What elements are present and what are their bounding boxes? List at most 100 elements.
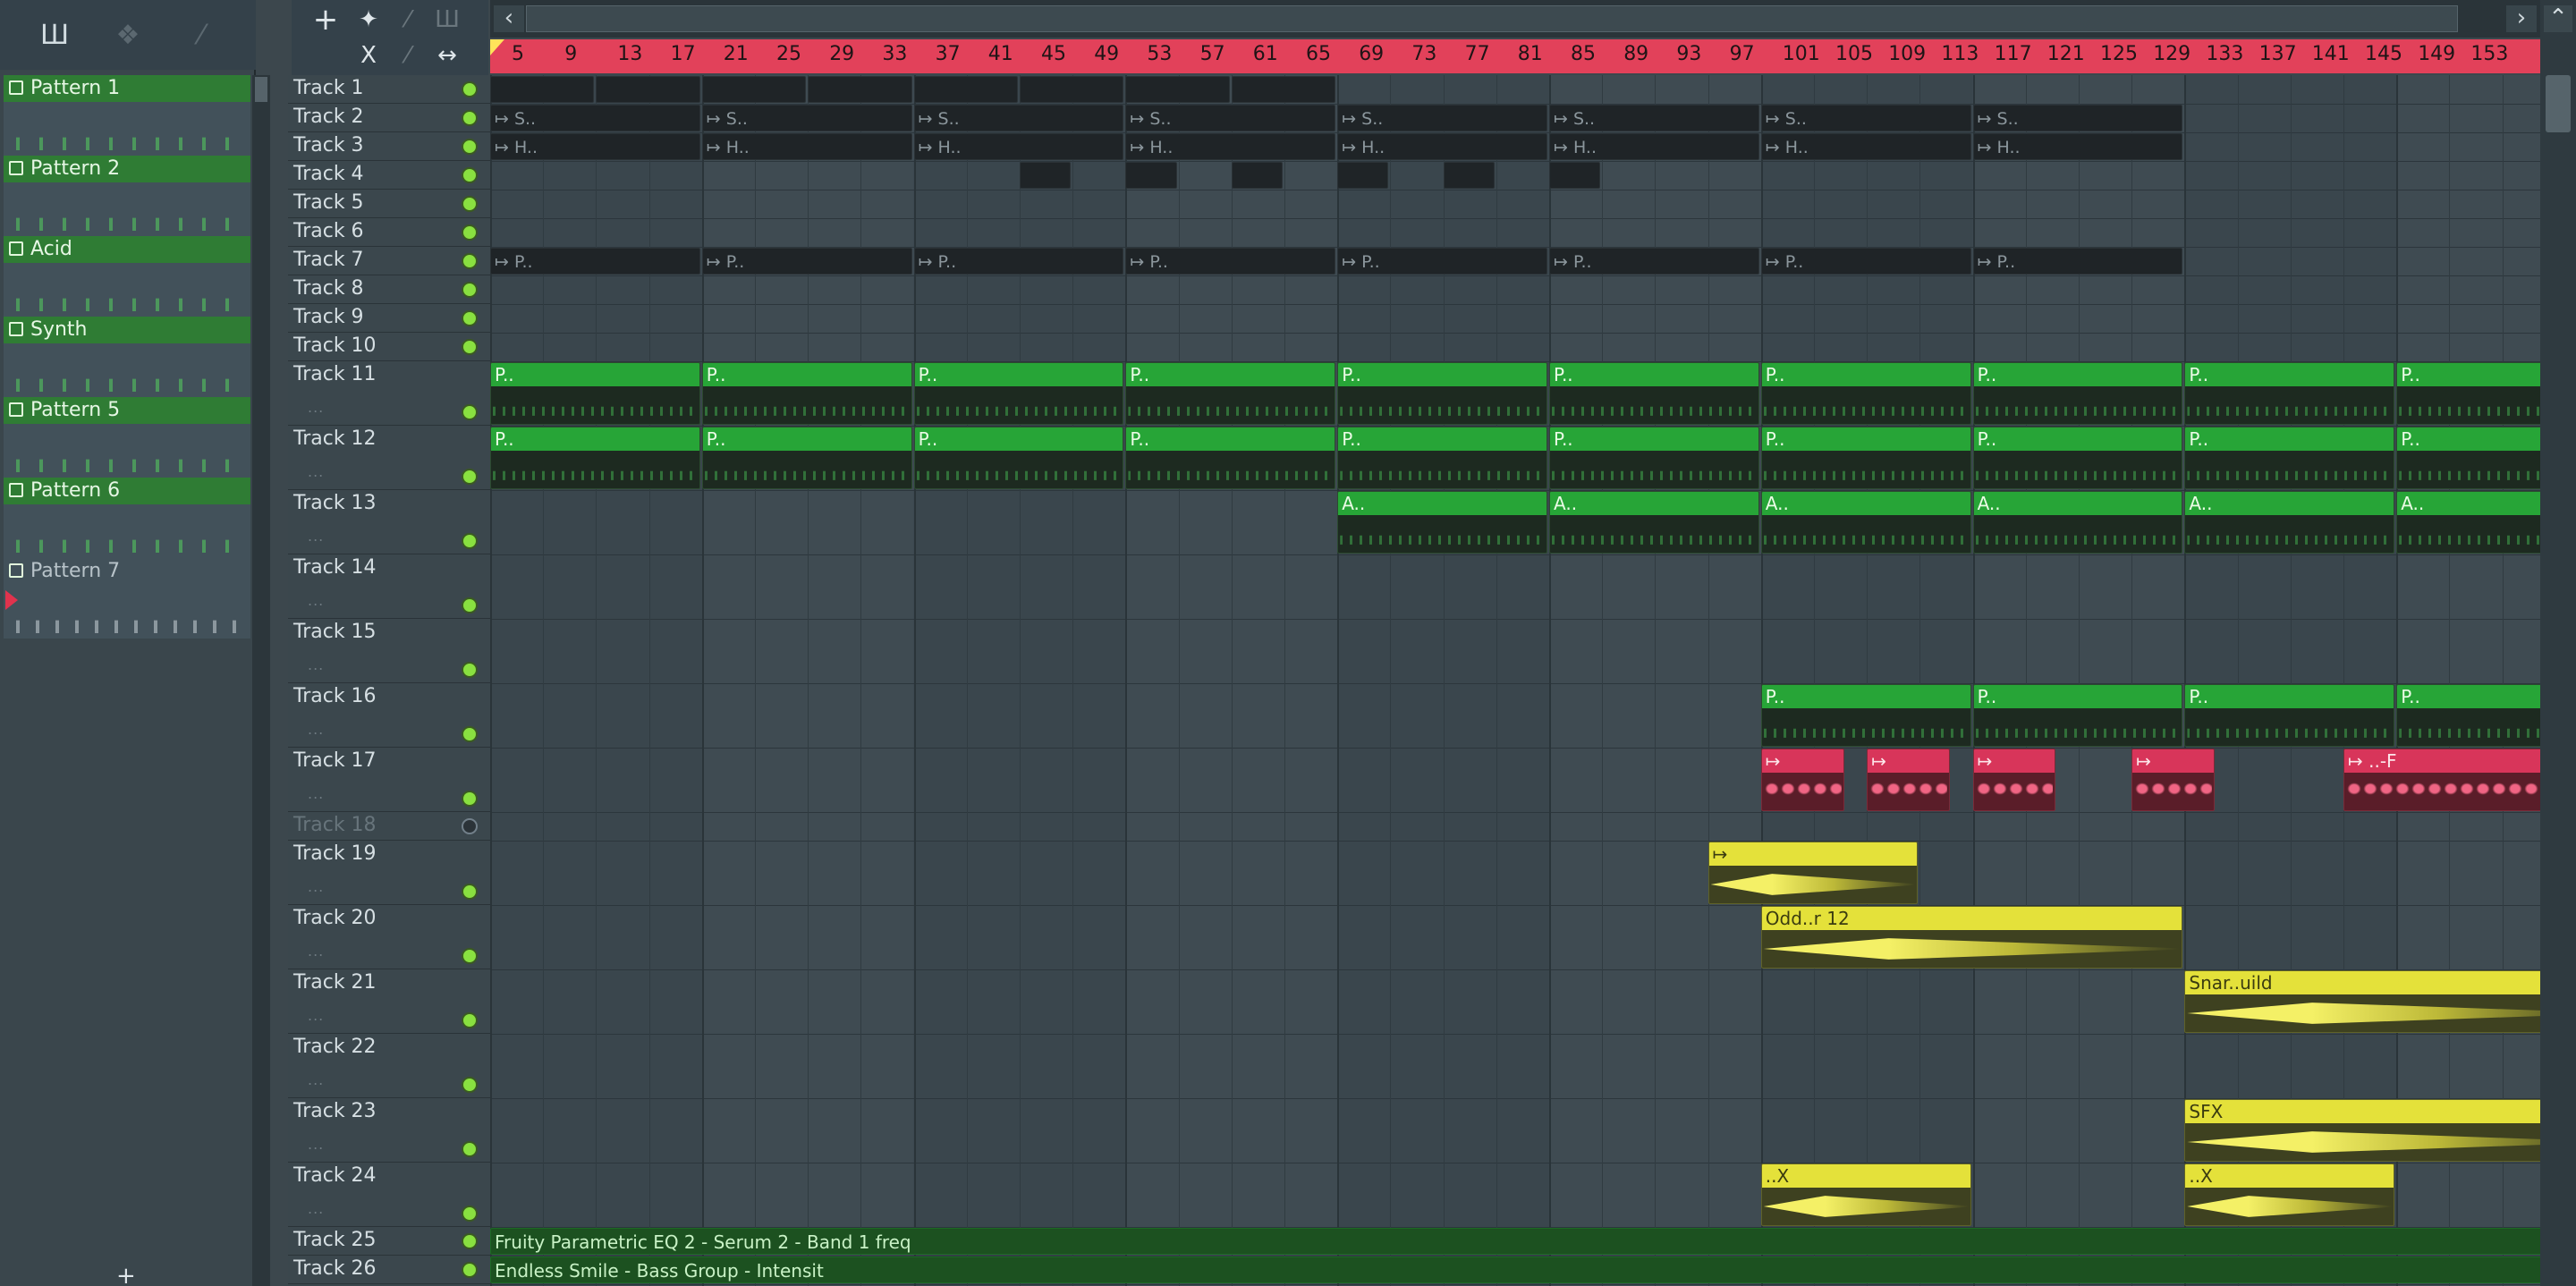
piano-icon[interactable]: Ш [32,13,77,57]
track-mute-led[interactable] [462,597,478,613]
pattern-item[interactable]: Synth [4,317,250,397]
track-header[interactable]: Track 6 [288,218,490,247]
track-header[interactable]: Track 13... [288,490,490,554]
track-header[interactable]: Track 20... [288,905,490,969]
playlist-clip[interactable]: ↦ P.. [1125,248,1336,275]
playlist-clip[interactable]: P.. [1337,362,1547,425]
track-header[interactable]: Track 17... [288,748,490,812]
playlist-clip[interactable]: A.. [1760,491,1971,554]
playlist-clip[interactable]: ..X [1760,1163,1971,1226]
playlist-clip[interactable]: P.. [1549,427,1759,489]
track-mute-led[interactable] [462,662,478,678]
add-track-button[interactable]: + [309,4,342,36]
playlist-clip[interactable] [490,76,595,103]
pattern-item[interactable]: Acid [4,236,250,317]
playlist-clip[interactable] [1125,162,1177,189]
track-header[interactable]: Track 11... [288,361,490,426]
track-header[interactable]: Track 1 [288,75,490,104]
playlist-clip[interactable]: ↦ [2131,749,2215,811]
playlist-clip[interactable]: ↦ [1972,749,2056,811]
pattern-item[interactable]: Pattern 2 [4,156,250,236]
track-mute-led[interactable] [462,1141,478,1157]
playlist-clip[interactable]: A.. [2184,491,2395,554]
playlist-clip[interactable]: Odd..r 12 [1760,906,2183,969]
track-mute-led[interactable] [462,81,478,97]
playlist-clip[interactable]: ↦ P.. [490,248,700,275]
overview-thumb[interactable] [526,5,2458,32]
pattern-item[interactable]: Pattern 1 [4,75,250,156]
track-header[interactable]: Track 2 [288,104,490,132]
playlist-clip[interactable] [1020,162,1072,189]
playlist-clip[interactable]: P.. [1972,362,2183,425]
playlist-clip[interactable]: P.. [1972,684,2183,747]
track-header[interactable]: Track 10 [288,333,490,361]
track-mute-led[interactable] [462,533,478,549]
playlist-clip[interactable] [1125,76,1230,103]
playlist-clip[interactable]: A.. [1549,491,1759,554]
playlist-clip[interactable]: P.. [2396,362,2540,425]
track-header[interactable]: Track 26 [288,1256,490,1284]
playlist-clip[interactable]: P.. [1125,427,1336,489]
timeline-ruler[interactable]: 5 9 13 17 21 25 29 33 37 41 45 49 53 57 61 65 69 73 77 81 85… [490,39,2540,73]
playlist-clip[interactable]: P.. [1549,362,1759,425]
track-mute-led[interactable] [462,791,478,807]
playlist-clip[interactable]: ↦ P.. [1760,248,1971,275]
track-mute-led[interactable] [462,1012,478,1028]
playlist-overview[interactable]: ‹ › [490,0,2540,38]
pattern-item[interactable]: Pattern 6 [4,478,250,558]
playlist-clip[interactable]: P.. [701,427,912,489]
picker-scroll-thumb[interactable] [255,77,267,102]
track-header[interactable]: Track 21... [288,969,490,1034]
playlist-clip[interactable]: A.. [1337,491,1547,554]
track-header[interactable]: Track 4 [288,161,490,190]
track-mute-led[interactable] [462,469,478,485]
track-mute-led[interactable] [462,196,478,212]
playlist-clip[interactable]: ↦ [1867,749,1950,811]
scroll-left-icon[interactable]: ‹ [494,5,524,32]
slice-icon[interactable]: ⁄ [179,13,224,57]
playlist-clip[interactable] [1231,76,1336,103]
track-mute-led[interactable] [462,884,478,900]
playlist-clip[interactable]: P.. [1760,684,1971,747]
playlist-clip[interactable]: ↦ H.. [701,133,912,160]
playlist-clip[interactable]: ↦ [1707,842,1919,904]
playlist-clip[interactable] [1443,162,1495,189]
playlist-clip[interactable]: ↦ P.. [1337,248,1547,275]
track-header[interactable]: Track 14... [288,554,490,619]
playlist-clip[interactable]: A.. [1972,491,2183,554]
playlist-clip[interactable]: A.. [2396,491,2540,554]
playlist-clip[interactable]: ↦ H.. [1337,133,1547,160]
slice-tool-icon[interactable]: ⁄ [392,39,424,72]
playlist-vscrollbar[interactable]: ⌃ [2540,0,2576,1286]
track-header[interactable]: Track 22... [288,1034,490,1098]
playlist-clip[interactable] [1549,162,1601,189]
playlist-clip[interactable]: ↦ ..-F [2343,749,2540,811]
track-mute-led[interactable] [462,139,478,155]
playlist-grid[interactable]: ↦ S.. ↦ S.. ↦ S.. ↦ S.. ↦ S.. ↦ S.. ↦ S.. ↦ S..… [490,75,2540,1286]
playlist-clip[interactable]: ↦ H.. [1125,133,1336,160]
track-header[interactable]: Track 15... [288,619,490,683]
track-header[interactable]: Track 23... [288,1098,490,1163]
playlist-clip[interactable]: P.. [1760,362,1971,425]
track-header[interactable]: Track 7 [288,247,490,275]
track-mute-led[interactable] [462,1262,478,1278]
playlist-clip[interactable]: ↦ S.. [701,105,912,131]
playlist-clip[interactable]: P.. [2396,427,2540,489]
playlist-clip[interactable]: ↦ S.. [1337,105,1547,131]
track-mute-led[interactable] [462,253,478,269]
track-header[interactable]: Track 25 [288,1227,490,1256]
playlist-clip[interactable]: P.. [490,427,700,489]
playlist-clip[interactable]: SFX [2184,1099,2540,1162]
resize-arrows-icon[interactable]: ↔ [431,39,463,72]
playlist-clip[interactable] [1231,162,1283,189]
playlist-clip[interactable]: ↦ S.. [913,105,1124,131]
playlist-clip[interactable]: ↦ S.. [490,105,700,131]
playlist-clip[interactable]: ↦ P.. [1972,248,2183,275]
track-header[interactable]: Track 12... [288,426,490,490]
track-mute-led[interactable] [462,1077,478,1093]
track-header[interactable]: Track 3 [288,132,490,161]
playlist-clip[interactable] [596,76,700,103]
scroll-up-icon[interactable]: ⌃ [2544,5,2572,32]
stamp-icon[interactable]: ❖ [106,13,150,57]
track-header[interactable]: Track 5 [288,190,490,218]
